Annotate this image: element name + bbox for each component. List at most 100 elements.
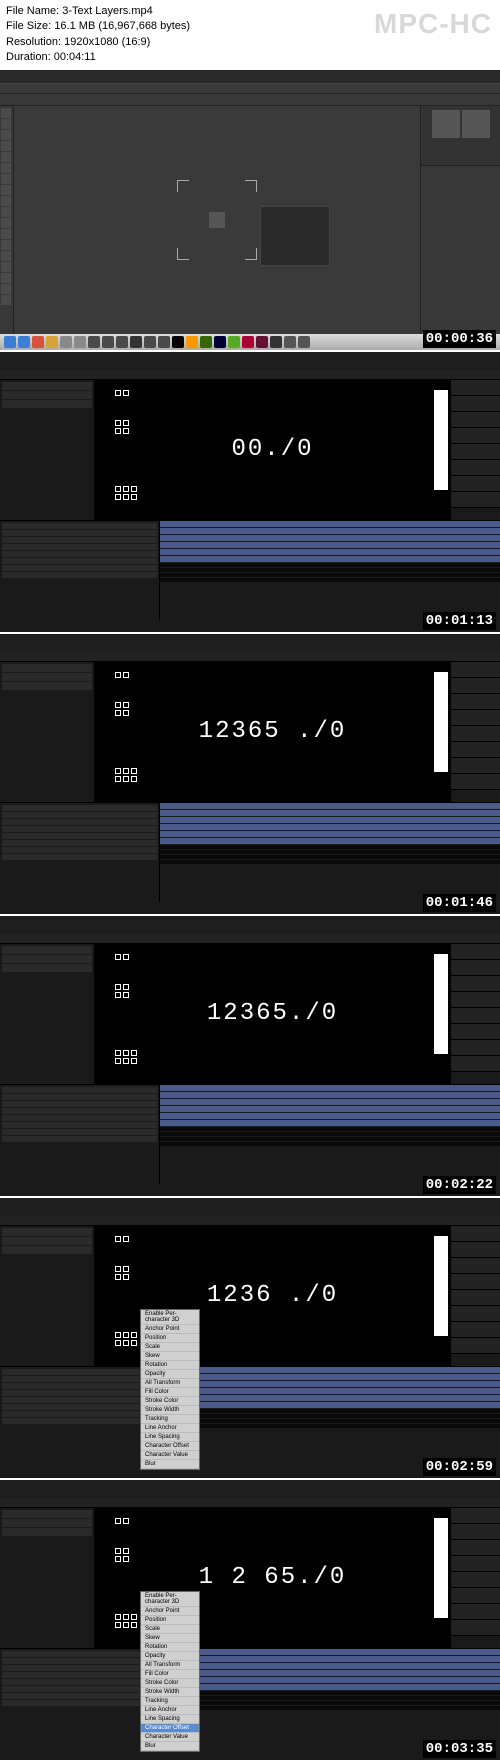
- timeline-layer[interactable]: [2, 523, 157, 529]
- tool-button[interactable]: [1, 119, 11, 129]
- panel-section[interactable]: [451, 1322, 500, 1338]
- dock-app-icon[interactable]: [74, 336, 86, 348]
- context-menu-item[interactable]: Line Anchor: [141, 1424, 199, 1433]
- panel-section[interactable]: [451, 678, 500, 694]
- timeline-track[interactable]: [160, 1663, 500, 1669]
- timeline-track[interactable]: [160, 824, 500, 830]
- timeline-layer[interactable]: [2, 1108, 157, 1114]
- timeline-track[interactable]: [160, 838, 500, 844]
- timeline-track[interactable]: [160, 556, 500, 562]
- context-menu-item[interactable]: Character Offset: [141, 1724, 199, 1733]
- context-menu-item[interactable]: Position: [141, 1616, 199, 1625]
- timeline-layer[interactable]: [2, 854, 157, 860]
- panel-section[interactable]: [451, 1588, 500, 1604]
- tool-button[interactable]: [1, 218, 11, 228]
- toolbar[interactable]: [0, 652, 500, 662]
- timeline-layer[interactable]: [2, 1397, 157, 1403]
- tool-button[interactable]: [1, 163, 11, 173]
- dock-app-icon[interactable]: [214, 336, 226, 348]
- timeline-layer[interactable]: [2, 551, 157, 557]
- dock-app-icon[interactable]: [46, 336, 58, 348]
- toolbar[interactable]: [0, 1498, 500, 1508]
- panel-section[interactable]: [451, 774, 500, 790]
- context-menu-item[interactable]: Blur: [141, 1460, 199, 1469]
- dock-app-icon[interactable]: [298, 336, 310, 348]
- timeline-layer[interactable]: [2, 826, 157, 832]
- dock-app-icon[interactable]: [144, 336, 156, 348]
- timeline-layer[interactable]: [2, 819, 157, 825]
- context-menu-item[interactable]: Character Value: [141, 1451, 199, 1460]
- panel-section[interactable]: [451, 444, 500, 460]
- timeline-track[interactable]: [160, 1656, 500, 1662]
- context-menu-item[interactable]: Position: [141, 1334, 199, 1343]
- tool-button[interactable]: [1, 251, 11, 261]
- panel-section[interactable]: [451, 1524, 500, 1540]
- options-bar[interactable]: [0, 94, 500, 106]
- context-menu-item[interactable]: Tracking: [141, 1697, 199, 1706]
- menu-bar[interactable]: [0, 362, 500, 370]
- tool-button[interactable]: [1, 295, 11, 305]
- timeline-track[interactable]: [160, 1381, 500, 1387]
- panel-section[interactable]: [451, 976, 500, 992]
- context-menu-item[interactable]: Fill Color: [141, 1670, 199, 1679]
- timeline-track[interactable]: [160, 1367, 500, 1373]
- composition-viewer[interactable]: 12365./0: [95, 944, 450, 1084]
- context-menu-item[interactable]: Stroke Color: [141, 1679, 199, 1688]
- timeline-track[interactable]: [160, 1099, 500, 1105]
- timeline-layer[interactable]: [2, 572, 157, 578]
- panel-section[interactable]: [451, 1572, 500, 1588]
- timeline-layer[interactable]: [2, 537, 157, 543]
- context-menu-item[interactable]: Stroke Width: [141, 1406, 199, 1415]
- timeline-track[interactable]: [160, 1388, 500, 1394]
- timeline-tracks[interactable]: [160, 1085, 500, 1184]
- timeline-layer[interactable]: [2, 812, 157, 818]
- dock-app-icon[interactable]: [4, 336, 16, 348]
- panel-section[interactable]: [451, 742, 500, 758]
- project-item[interactable]: [2, 400, 92, 408]
- timeline-layer[interactable]: [2, 1679, 157, 1685]
- timeline-track[interactable]: [160, 1649, 500, 1655]
- dock-app-icon[interactable]: [60, 336, 72, 348]
- panel-section[interactable]: [451, 726, 500, 742]
- timeline-layer[interactable]: [2, 1651, 157, 1657]
- timeline-layer[interactable]: [2, 847, 157, 853]
- panel-section[interactable]: [451, 460, 500, 476]
- timeline-layer[interactable]: [2, 1390, 157, 1396]
- tool-button[interactable]: [1, 174, 11, 184]
- timeline-layer[interactable]: [2, 1101, 157, 1107]
- timeline-layer[interactable]: [2, 565, 157, 571]
- dock-app-icon[interactable]: [284, 336, 296, 348]
- panel-section[interactable]: [451, 412, 500, 428]
- timeline-track[interactable]: [160, 1670, 500, 1676]
- timeline-tracks[interactable]: [160, 1649, 500, 1748]
- panel-section[interactable]: [451, 476, 500, 492]
- menu-bar[interactable]: [0, 84, 500, 94]
- project-item[interactable]: [2, 682, 92, 690]
- color-swatch[interactable]: [462, 110, 490, 138]
- timeline-layer[interactable]: [2, 1136, 157, 1142]
- panel-section[interactable]: [451, 1056, 500, 1072]
- context-menu-item[interactable]: Line Anchor: [141, 1706, 199, 1715]
- dock-app-icon[interactable]: [200, 336, 212, 348]
- panel-section[interactable]: [451, 1540, 500, 1556]
- context-menu-item[interactable]: Line Spacing: [141, 1715, 199, 1724]
- project-item[interactable]: [2, 1510, 92, 1518]
- panel-section[interactable]: [451, 944, 500, 960]
- dock-app-icon[interactable]: [102, 336, 114, 348]
- context-menu-item[interactable]: Skew: [141, 1634, 199, 1643]
- context-menu-item[interactable]: Rotation: [141, 1361, 199, 1370]
- context-menu-item[interactable]: Scale: [141, 1343, 199, 1352]
- project-item[interactable]: [2, 1528, 92, 1536]
- panel-section[interactable]: [451, 1290, 500, 1306]
- context-menu-item[interactable]: Opacity: [141, 1370, 199, 1379]
- timeline-layer[interactable]: [2, 1665, 157, 1671]
- dock-app-icon[interactable]: [270, 336, 282, 348]
- dock-app-icon[interactable]: [130, 336, 142, 348]
- context-menu-item[interactable]: Rotation: [141, 1643, 199, 1652]
- panel-section[interactable]: [451, 1338, 500, 1354]
- timeline-tracks[interactable]: [160, 1367, 500, 1466]
- timeline-layer[interactable]: [2, 1700, 157, 1706]
- timeline-track[interactable]: [160, 542, 500, 548]
- project-item[interactable]: [2, 1246, 92, 1254]
- dock-app-icon[interactable]: [172, 336, 184, 348]
